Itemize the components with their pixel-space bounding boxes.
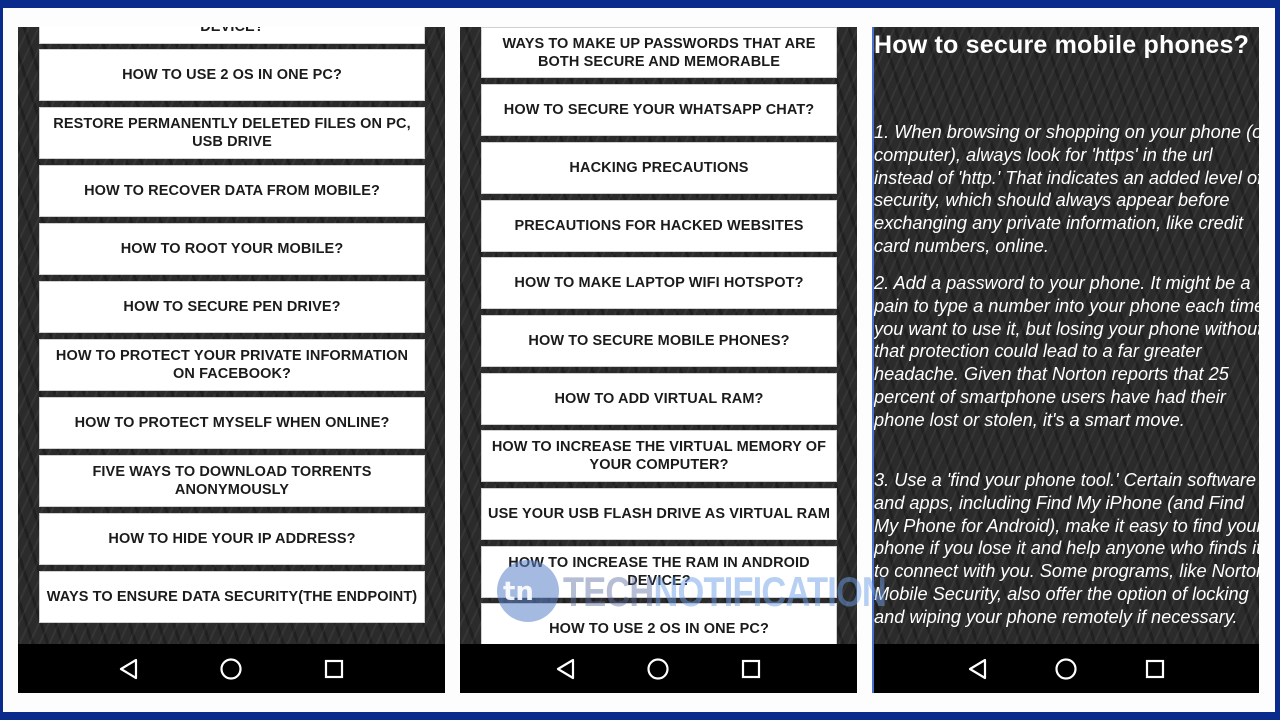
list-item[interactable]: WAYS TO MAKE UP PASSWORDS THAT ARE BOTH … — [481, 27, 837, 78]
list-item[interactable]: HOW TO ADD VIRTUAL RAM? — [481, 373, 837, 425]
back-button[interactable] — [109, 649, 149, 689]
recents-button[interactable] — [1135, 649, 1175, 689]
android-nav-bar — [874, 644, 1259, 693]
list-item[interactable]: USE YOUR USB FLASH DRIVE AS VIRTUAL RAM — [481, 488, 837, 540]
home-icon — [220, 657, 243, 680]
list-item[interactable]: PRECAUTIONS FOR HACKED WEBSITES — [481, 200, 837, 252]
recents-button[interactable] — [731, 649, 771, 689]
list-item[interactable]: HOW TO MAKE LAPTOP WIFI HOTSPOT? — [481, 257, 837, 309]
recents-icon — [1145, 659, 1164, 678]
recents-button[interactable] — [314, 649, 354, 689]
phone-screen-article-list-1: DEVICE? HOW TO USE 2 OS IN ONE PC? RESTO… — [18, 27, 445, 693]
list-item[interactable]: HOW TO SECURE PEN DRIVE? — [39, 281, 425, 333]
home-icon — [647, 657, 670, 680]
list-item[interactable]: HOW TO INCREASE THE VIRTUAL MEMORY OF YO… — [481, 430, 837, 482]
article-paragraph: 3. Use a 'find your phone tool.' Certain… — [874, 470, 1259, 627]
android-nav-bar — [18, 644, 445, 693]
list-item[interactable]: DEVICE? — [39, 27, 425, 44]
list-item[interactable]: HOW TO PROTECT YOUR PRIVATE INFORMATION … — [39, 339, 425, 391]
list-item[interactable]: HOW TO SECURE MOBILE PHONES? — [481, 315, 837, 367]
list-item[interactable]: HACKING PRECAUTIONS — [481, 142, 837, 194]
article-list[interactable]: DEVICE? HOW TO USE 2 OS IN ONE PC? RESTO… — [18, 27, 445, 644]
list-item[interactable]: HOW TO ROOT YOUR MOBILE? — [39, 223, 425, 275]
phone-screen-article-list-2: WAYS TO MAKE UP PASSWORDS THAT ARE BOTH … — [460, 27, 857, 693]
back-icon — [120, 658, 138, 679]
back-icon — [557, 658, 575, 679]
list-item[interactable]: HOW TO HIDE YOUR IP ADDRESS? — [39, 513, 425, 565]
list-item[interactable]: HOW TO SECURE YOUR WHATSAPP CHAT? — [481, 84, 837, 136]
list-item[interactable]: HOW TO PROTECT MYSELF WHEN ONLINE? — [39, 397, 425, 449]
list-item[interactable]: HOW TO USE 2 OS IN ONE PC? — [39, 49, 425, 101]
recents-icon — [324, 659, 343, 678]
article-paragraph: 2. Add a password to your phone. It migh… — [874, 273, 1259, 430]
article-paragraph: 1. When browsing or shopping on your pho… — [874, 122, 1259, 256]
home-button[interactable] — [638, 649, 678, 689]
list-item[interactable]: HOW TO RECOVER DATA FROM MOBILE? — [39, 165, 425, 217]
recents-icon — [741, 659, 760, 678]
android-nav-bar — [460, 644, 857, 693]
list-item[interactable]: WAYS TO ENSURE DATA SECURITY(THE ENDPOIN… — [39, 571, 425, 623]
home-icon — [1055, 657, 1078, 680]
list-item[interactable]: RESTORE PERMANENTLY DELETED FILES ON PC,… — [39, 107, 425, 159]
list-item[interactable]: HOW TO USE 2 OS IN ONE PC? — [481, 603, 837, 644]
back-button[interactable] — [958, 649, 998, 689]
article-content[interactable]: How to secure mobile phones? 1. When bro… — [874, 27, 1259, 644]
home-button[interactable] — [211, 649, 251, 689]
back-icon — [969, 658, 987, 679]
article-title: How to secure mobile phones? — [874, 31, 1250, 59]
article-list[interactable]: WAYS TO MAKE UP PASSWORDS THAT ARE BOTH … — [460, 27, 857, 644]
list-item[interactable]: HOW TO INCREASE THE RAM IN ANDROID DEVIC… — [481, 546, 837, 598]
back-button[interactable] — [546, 649, 586, 689]
home-button[interactable] — [1046, 649, 1086, 689]
phone-screen-article: How to secure mobile phones? 1. When bro… — [872, 27, 1259, 693]
list-item[interactable]: FIVE WAYS TO DOWNLOAD TORRENTS ANONYMOUS… — [39, 455, 425, 507]
